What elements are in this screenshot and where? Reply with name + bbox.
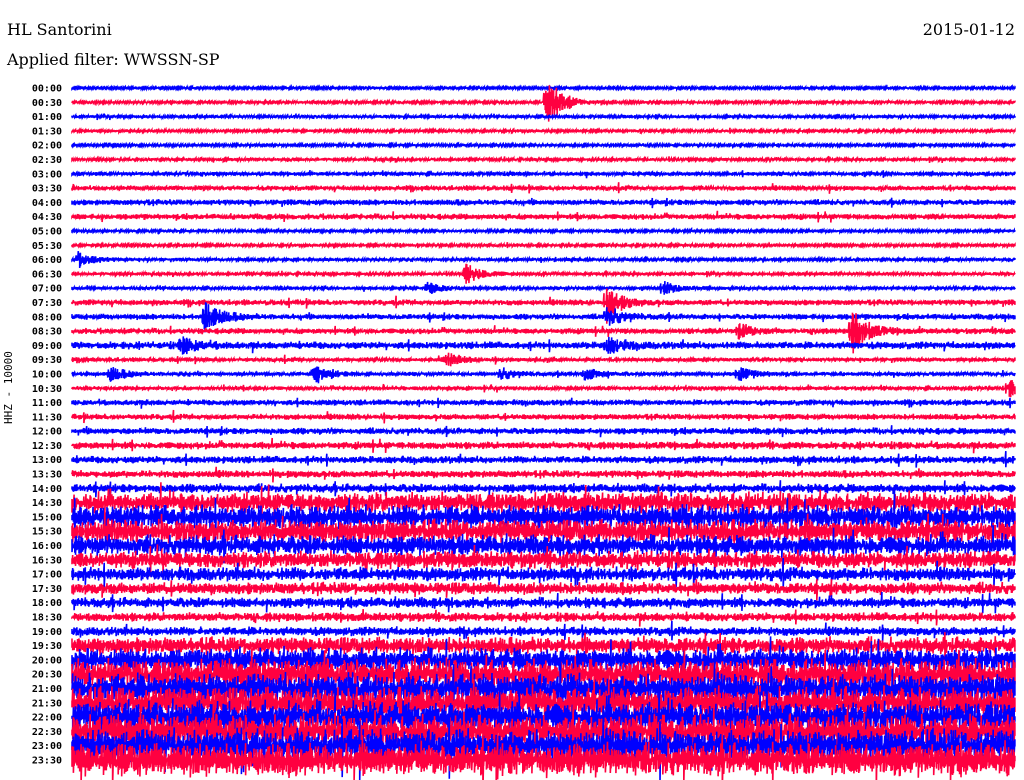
- trace-line-1000: [71, 366, 1016, 384]
- time-tick-label: 02:00: [32, 141, 62, 152]
- time-tick-label: 21:30: [32, 698, 62, 709]
- time-tick-label: 18:00: [32, 598, 62, 609]
- helicorder-plot: 00:00 00:30 01:00 01:30 02:00 02:30 03:00 03:30…: [32, 83, 1016, 780]
- time-tick-label: 05:00: [32, 226, 62, 237]
- trace-line-1300: [71, 451, 1016, 468]
- time-tick-label: 10:00: [32, 369, 62, 380]
- trace-line-1400: [71, 480, 1016, 498]
- trace-line-0500: [71, 226, 1016, 236]
- time-tick-label: 05:30: [32, 241, 62, 252]
- time-tick-label: 01:30: [32, 126, 62, 137]
- trace-line-0300: [71, 169, 1016, 179]
- trace-line-0230: [71, 155, 1016, 164]
- time-tick-label: 09:30: [32, 355, 62, 366]
- time-tick-label: 23:30: [32, 756, 62, 767]
- time-tick-label: 16:30: [32, 555, 62, 566]
- trace-line-1230: [71, 437, 1016, 454]
- time-tick-label: 07:00: [32, 284, 62, 295]
- trace-line-1130: [71, 409, 1016, 424]
- time-tick-label: 15:30: [32, 527, 62, 538]
- time-tick-label: 23:00: [32, 741, 62, 752]
- trace-line-1800: [71, 591, 1016, 614]
- time-tick-label: 04:00: [32, 198, 62, 209]
- time-tick-label: 22:30: [32, 727, 62, 738]
- trace-line-1900: [71, 620, 1016, 642]
- trace-line-0430: [71, 210, 1016, 223]
- time-tick-label: 14:30: [32, 498, 62, 509]
- trace-line-0000: [71, 83, 1016, 92]
- time-tick-label: 20:30: [32, 670, 62, 681]
- time-tick-label: 03:00: [32, 169, 62, 180]
- trace-line-0930: [71, 352, 1016, 367]
- time-tick-label: 11:30: [32, 412, 62, 423]
- trace-line-0630: [71, 263, 1016, 284]
- time-tick-label: 00:00: [32, 84, 62, 95]
- time-tick-label: 10:30: [32, 384, 62, 395]
- time-tick-label: 11:00: [32, 398, 62, 409]
- time-tick-label: 09:00: [32, 341, 62, 352]
- time-tick-label: 19:30: [32, 641, 62, 652]
- time-tick-label: 12:00: [32, 427, 62, 438]
- time-tick-label: 04:30: [32, 212, 62, 223]
- trace-line-0700: [71, 281, 1016, 295]
- trace-line-0130: [71, 126, 1016, 135]
- time-tick-label: 00:30: [32, 98, 62, 109]
- trace-line-1330: [71, 466, 1016, 483]
- time-tick-label: 17:00: [32, 570, 62, 581]
- time-tick-label: 13:30: [32, 470, 62, 481]
- trace-line-1730: [71, 579, 1016, 601]
- time-tick-label: 08:30: [32, 327, 62, 338]
- time-tick-label: 19:00: [32, 627, 62, 638]
- time-tick-label: 17:30: [32, 584, 62, 595]
- time-tick-label: 06:30: [32, 269, 62, 280]
- time-tick-label: 03:30: [32, 184, 62, 195]
- trace-line-1830: [71, 609, 1016, 627]
- trace-line-0400: [71, 197, 1016, 209]
- time-tick-label: 22:00: [32, 713, 62, 724]
- time-tick-label: 07:30: [32, 298, 62, 309]
- time-tick-label: 13:00: [32, 455, 62, 466]
- trace-line-1100: [71, 397, 1016, 409]
- time-tick-label: 14:00: [32, 484, 62, 495]
- trace-line-1030: [71, 380, 1016, 398]
- time-tick-label: 02:30: [32, 155, 62, 166]
- time-tick-label: 01:00: [32, 112, 62, 123]
- time-tick-label: 08:00: [32, 312, 62, 323]
- trace-line-0100: [71, 112, 1016, 121]
- trace-line-0330: [71, 182, 1016, 194]
- trace-line-0600: [71, 251, 1016, 269]
- trace-line-0200: [71, 141, 1016, 150]
- time-tick-label: 18:30: [32, 613, 62, 624]
- time-tick-label: 12:30: [32, 441, 62, 452]
- trace-line-0900: [71, 336, 1016, 355]
- time-tick-label: 15:00: [32, 512, 62, 523]
- trace-line-1200: [71, 425, 1016, 438]
- trace-line-0530: [71, 241, 1016, 250]
- time-tick-label: 21:00: [32, 684, 62, 695]
- time-tick-label: 06:00: [32, 255, 62, 266]
- time-tick-label: 20:00: [32, 655, 62, 666]
- time-tick-label: 16:00: [32, 541, 62, 552]
